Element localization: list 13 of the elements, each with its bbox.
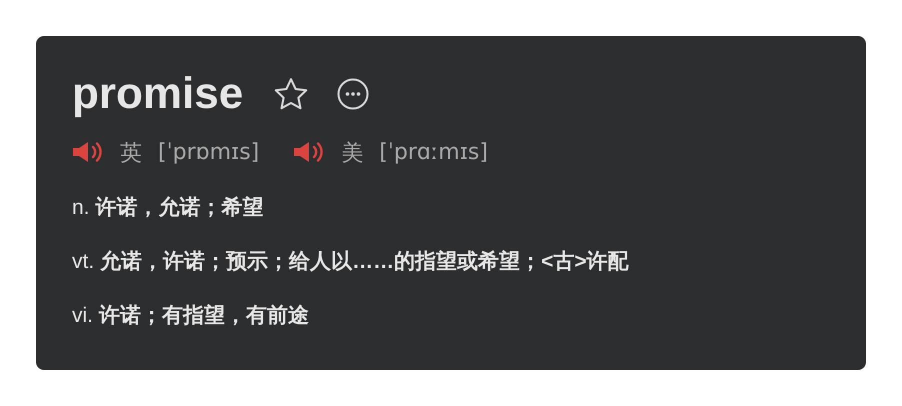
part-of-speech: vt. bbox=[72, 249, 94, 276]
part-of-speech: n. bbox=[72, 195, 90, 222]
definition-text: 许诺；有指望，有前途 bbox=[99, 303, 309, 330]
headword: promise bbox=[72, 72, 244, 116]
accent-label: 美 bbox=[341, 138, 364, 166]
star-icon[interactable] bbox=[273, 77, 310, 111]
phonetic-text: [ˈprɒmɪs] bbox=[158, 138, 260, 166]
definition-text: 允诺，许诺；预示；给人以……的指望或希望；<古>许配 bbox=[100, 249, 629, 276]
phonetic-text: [ˈprɑːmɪs] bbox=[379, 138, 488, 166]
definition-text: 许诺，允诺；希望 bbox=[96, 195, 264, 222]
more-icon[interactable] bbox=[337, 78, 370, 110]
accent-label: 英 bbox=[120, 138, 142, 166]
part-of-speech: vi. bbox=[72, 303, 93, 330]
